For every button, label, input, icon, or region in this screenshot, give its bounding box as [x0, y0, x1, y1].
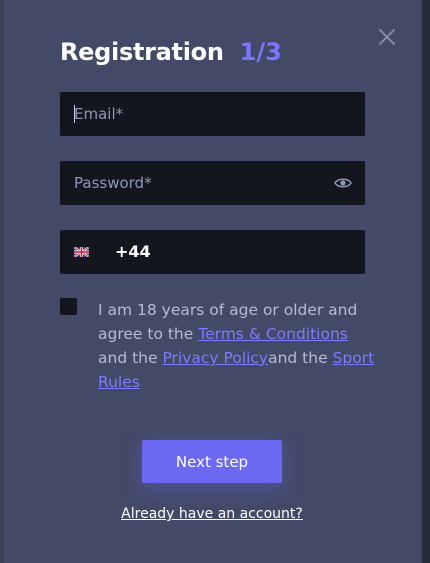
privacy-policy-link[interactable]: Privacy Policy [162, 349, 268, 367]
email-field-wrapper [60, 92, 365, 136]
backdrop-edge-right [424, 0, 430, 563]
phone-country-code: +44 [115, 242, 151, 261]
uk-flag-icon[interactable] [74, 247, 89, 257]
next-step-button[interactable]: Next step [142, 440, 282, 483]
phone-field-wrapper: +44 [60, 230, 365, 274]
registration-modal: Registration 1/3 +44 I [4, 0, 422, 563]
text-caret [74, 105, 75, 123]
close-icon[interactable] [376, 26, 398, 48]
terms-text: I am 18 years of age or older and agree … [98, 298, 378, 394]
modal-title-text: Registration [60, 38, 224, 66]
eye-icon[interactable] [334, 176, 352, 190]
password-field[interactable] [60, 161, 365, 205]
login-link[interactable]: Already have an account? [96, 506, 328, 522]
age-terms-checkbox[interactable] [60, 298, 77, 315]
phone-field[interactable] [160, 230, 365, 274]
terms-conditions-link[interactable]: Terms & Conditions [198, 325, 348, 343]
modal-title: Registration 1/3 [60, 38, 282, 72]
password-field-wrapper [60, 161, 365, 205]
terms-middle: and the [98, 349, 163, 367]
email-field[interactable] [60, 92, 365, 136]
step-indicator: 1/3 [239, 38, 282, 66]
terms-middle-2: and the [268, 349, 333, 367]
